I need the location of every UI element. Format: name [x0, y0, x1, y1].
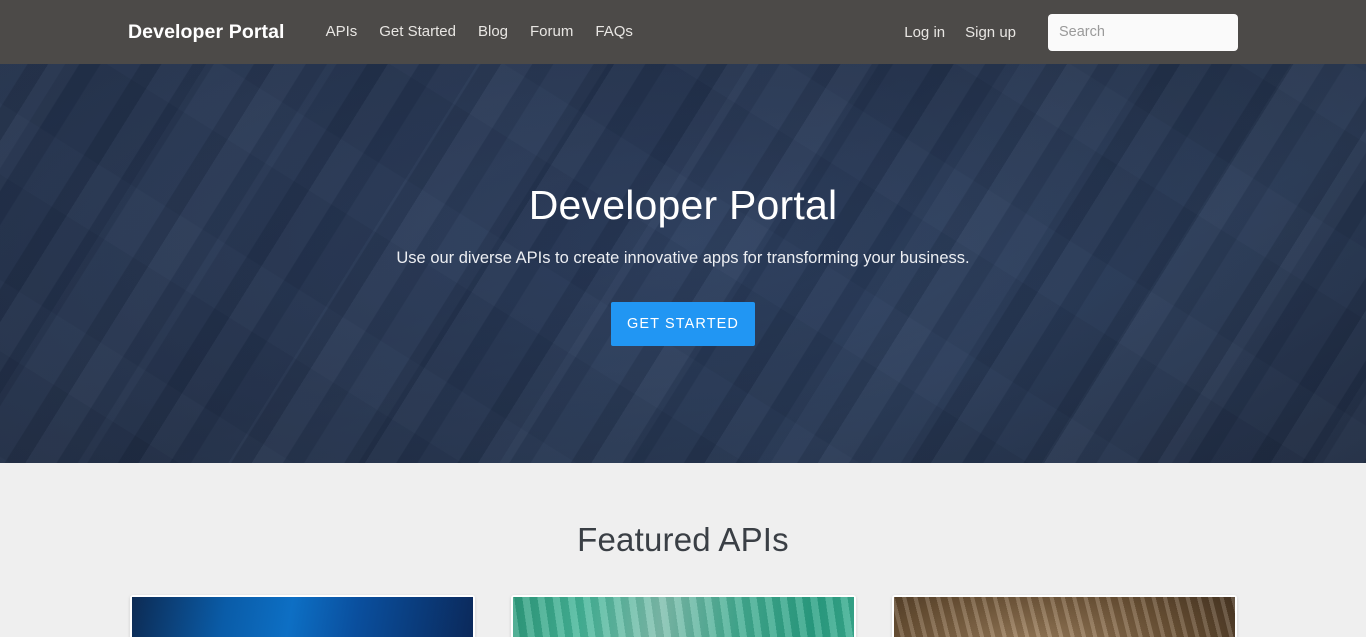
featured-apis-card-list	[0, 595, 1366, 637]
nav-link-get-started[interactable]: Get Started	[368, 17, 467, 46]
search-input[interactable]	[1048, 14, 1238, 51]
featured-apis-section: Featured APIs	[0, 463, 1366, 637]
top-navbar: Developer Portal APIs Get Started Blog F…	[0, 0, 1366, 64]
nav-link-forum[interactable]: Forum	[519, 17, 584, 46]
nav-link-apis[interactable]: APIs	[315, 17, 369, 46]
get-started-button[interactable]: GET STARTED	[611, 302, 755, 346]
hero-content: Developer Portal Use our diverse APIs to…	[0, 64, 1366, 346]
nav-item-blog: Blog	[467, 23, 519, 41]
nav-link-faqs[interactable]: FAQs	[584, 17, 644, 46]
card-image-blue-gradient	[132, 597, 473, 637]
api-card[interactable]	[130, 595, 475, 637]
signup-link[interactable]: Sign up	[955, 18, 1026, 47]
secondary-nav: Log in Sign up	[894, 14, 1238, 51]
hero-title: Developer Portal	[0, 182, 1366, 229]
nav-item-get-started: Get Started	[368, 23, 467, 41]
featured-apis-heading: Featured APIs	[0, 521, 1366, 559]
nav-item-faqs: FAQs	[584, 23, 644, 41]
hero-subtitle: Use our diverse APIs to create innovativ…	[0, 249, 1366, 268]
login-link[interactable]: Log in	[894, 18, 955, 47]
nav-item-apis: APIs	[315, 23, 369, 41]
nav-link-blog[interactable]: Blog	[467, 17, 519, 46]
card-image-brown-texture	[894, 597, 1235, 637]
api-card[interactable]	[892, 595, 1237, 637]
primary-nav: APIs Get Started Blog Forum FAQs	[315, 23, 644, 41]
card-image-teal-water	[513, 597, 854, 637]
api-card[interactable]	[511, 595, 856, 637]
nav-item-forum: Forum	[519, 23, 584, 41]
hero-section: Developer Portal Use our diverse APIs to…	[0, 64, 1366, 463]
brand-logo[interactable]: Developer Portal	[128, 21, 285, 44]
